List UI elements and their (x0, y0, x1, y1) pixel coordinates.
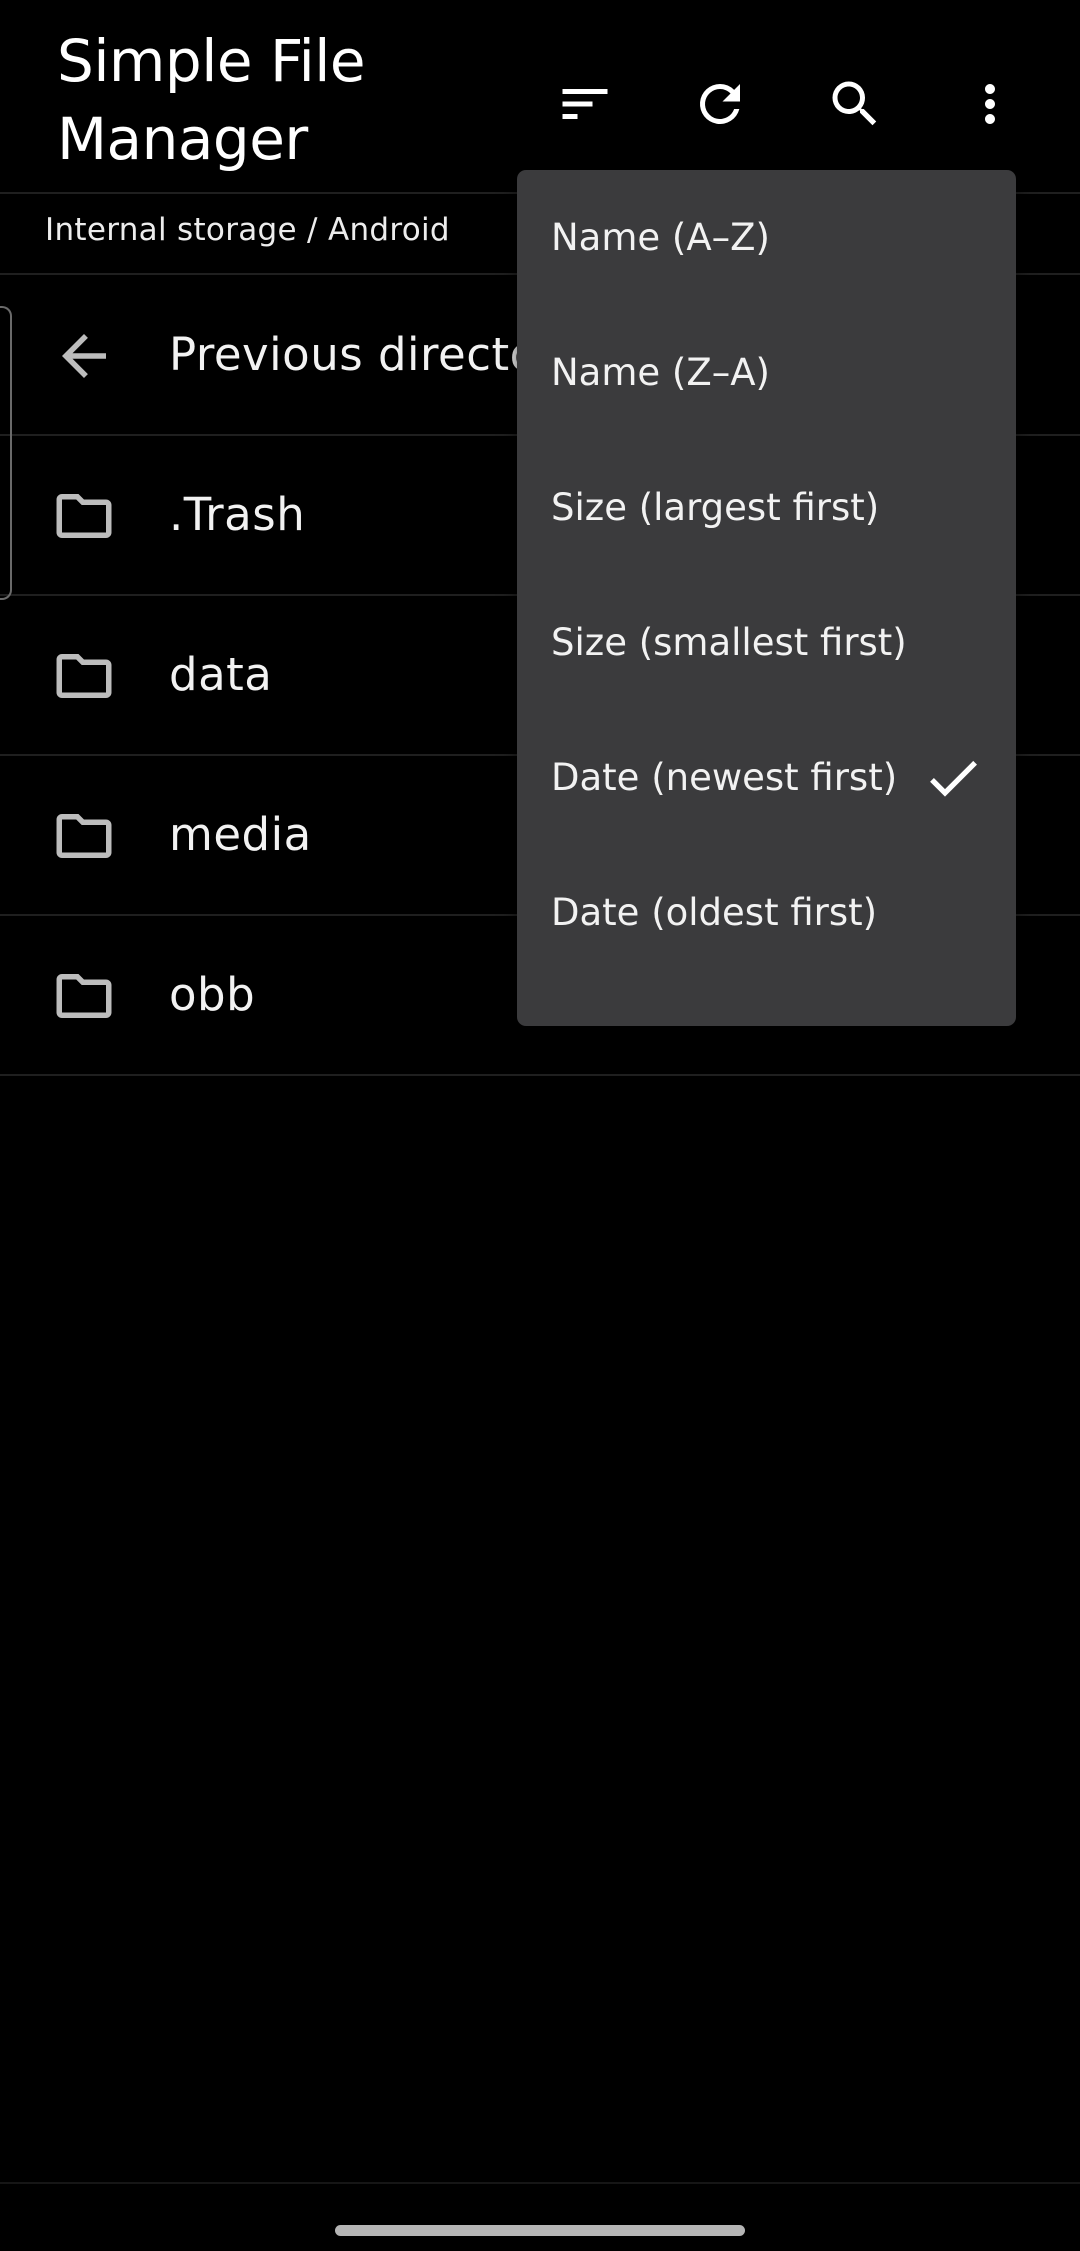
home-gesture-bar[interactable] (335, 2225, 745, 2236)
search-icon (832, 81, 877, 126)
menu-item-label: Date (oldest first) (551, 891, 878, 934)
check-icon (930, 760, 977, 797)
sort-icon (562, 89, 608, 119)
nav-bar-divider (0, 2182, 1080, 2184)
more-vert-icon (985, 84, 995, 124)
folder-icon (48, 800, 120, 872)
menu-item-label: Size (largest first) (551, 486, 880, 529)
menu-item-label: Name (A–Z) (551, 216, 770, 259)
sort-option-size-smallest[interactable]: Size (smallest first) (517, 575, 1016, 710)
sort-option-date-newest[interactable]: Date (newest first) (517, 710, 1016, 845)
row-divider (0, 1074, 1080, 1076)
menu-item-label: Date (newest first) (551, 756, 898, 799)
app-bar: Simple File Manager (0, 0, 1080, 192)
menu-item-label: Size (smallest first) (551, 621, 907, 664)
sort-option-name-asc[interactable]: Name (A–Z) (517, 170, 1016, 305)
refresh-icon (699, 83, 740, 124)
sort-menu: Name (A–Z) Name (Z–A) Size (largest firs… (517, 170, 1016, 1026)
list-item-label: .Trash (169, 488, 306, 541)
more-options-button[interactable] (944, 58, 1036, 150)
folder-icon (48, 640, 120, 712)
search-button[interactable] (809, 58, 901, 150)
sort-option-size-largest[interactable]: Size (largest first) (517, 440, 1016, 575)
folder-icon (48, 960, 120, 1032)
list-item-label: data (169, 648, 273, 701)
sort-option-date-oldest[interactable]: Date (oldest first) (517, 845, 1016, 980)
fast-scroller-handle[interactable] (0, 306, 12, 600)
arrow-back-icon (48, 320, 120, 392)
sort-option-name-desc[interactable]: Name (Z–A) (517, 305, 1016, 440)
list-item-label: obb (169, 968, 256, 1021)
list-item-label: media (169, 808, 312, 861)
menu-item-label: Name (Z–A) (551, 351, 770, 394)
breadcrumb[interactable]: Internal storage / Android (45, 212, 450, 248)
folder-icon (48, 480, 120, 552)
refresh-button[interactable] (674, 58, 766, 150)
sort-button[interactable] (539, 58, 631, 150)
app-title: Simple File Manager (57, 27, 366, 173)
